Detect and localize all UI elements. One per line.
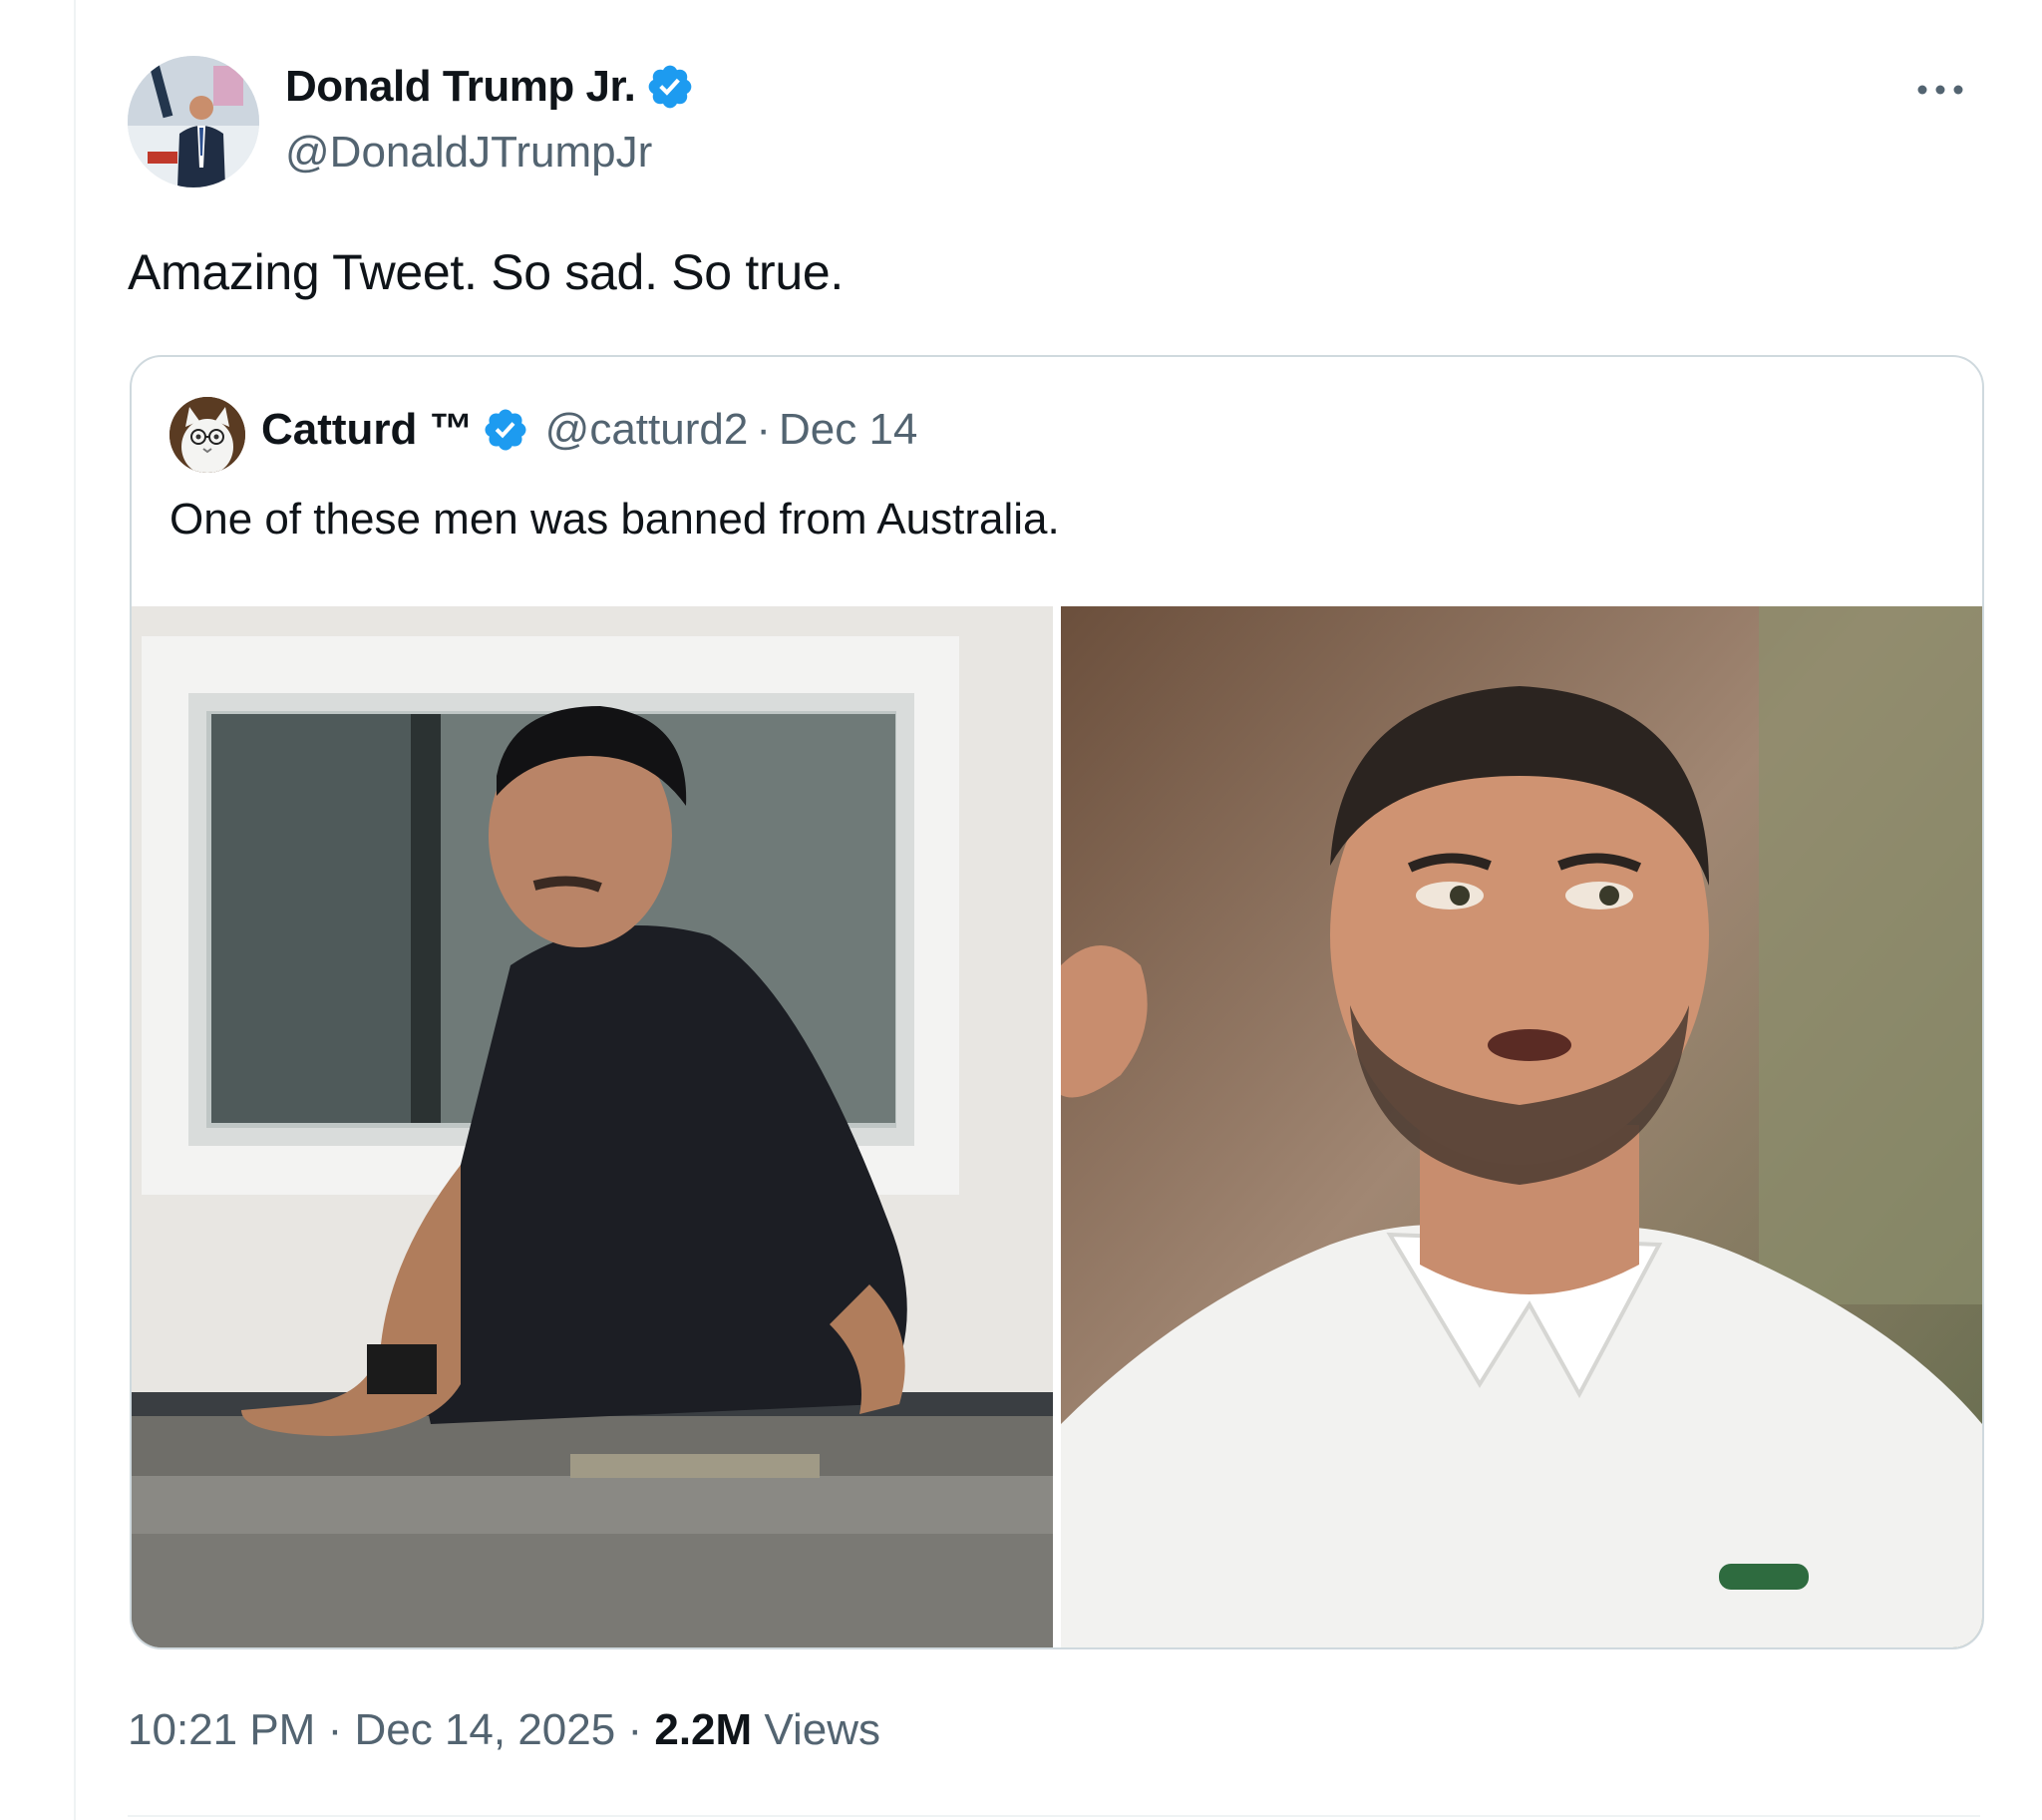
- photo-tennis-player[interactable]: [1061, 606, 1982, 1647]
- quote-author-display-name[interactable]: Catturd ™: [261, 405, 474, 455]
- quote-separator: ·: [756, 405, 771, 454]
- tweet-text: Amazing Tweet. So sad. So true.: [128, 244, 844, 300]
- tweet[interactable]: Donald Trump Jr. @DonaldJTrumpJr Amazing…: [76, 0, 2042, 1820]
- author-display-name[interactable]: Donald Trump Jr.: [285, 62, 636, 112]
- verified-badge-icon: [649, 65, 692, 109]
- views-count: 2.2M: [654, 1705, 753, 1754]
- quote-verified-badge-icon: [485, 409, 526, 451]
- tweet-date[interactable]: Dec 14, 2025: [354, 1705, 615, 1754]
- author-avatar[interactable]: [128, 56, 259, 187]
- photo-man-on-rooftop[interactable]: [132, 606, 1053, 1647]
- author-handle[interactable]: @DonaldJTrumpJr: [285, 128, 652, 178]
- more-dots-icon[interactable]: [1910, 70, 1970, 110]
- quote-author-avatar[interactable]: [170, 397, 245, 473]
- tweet-bottom-divider: [128, 1815, 1980, 1817]
- quote-header[interactable]: Catturd ™ @catturd2 · Dec 14: [261, 405, 917, 455]
- quote-author-handle[interactable]: @catturd2: [545, 405, 749, 455]
- author-name-row[interactable]: Donald Trump Jr.: [285, 62, 695, 112]
- tweet-meta: 10:21 PM · Dec 14, 2025 · 2.2M Views: [128, 1705, 880, 1755]
- quote-tweet-card[interactable]: Catturd ™ @catturd2 · Dec 14 One of thes…: [130, 355, 1984, 1649]
- meta-separator-2: ·: [627, 1705, 643, 1754]
- quote-date[interactable]: Dec 14: [779, 405, 917, 455]
- tweet-time[interactable]: 10:21 PM: [128, 1705, 315, 1754]
- views-label: Views: [764, 1705, 880, 1754]
- meta-separator: ·: [327, 1705, 343, 1754]
- quote-text: One of these men was banned from Austral…: [170, 495, 1060, 544]
- quote-media-grid[interactable]: [132, 606, 1982, 1647]
